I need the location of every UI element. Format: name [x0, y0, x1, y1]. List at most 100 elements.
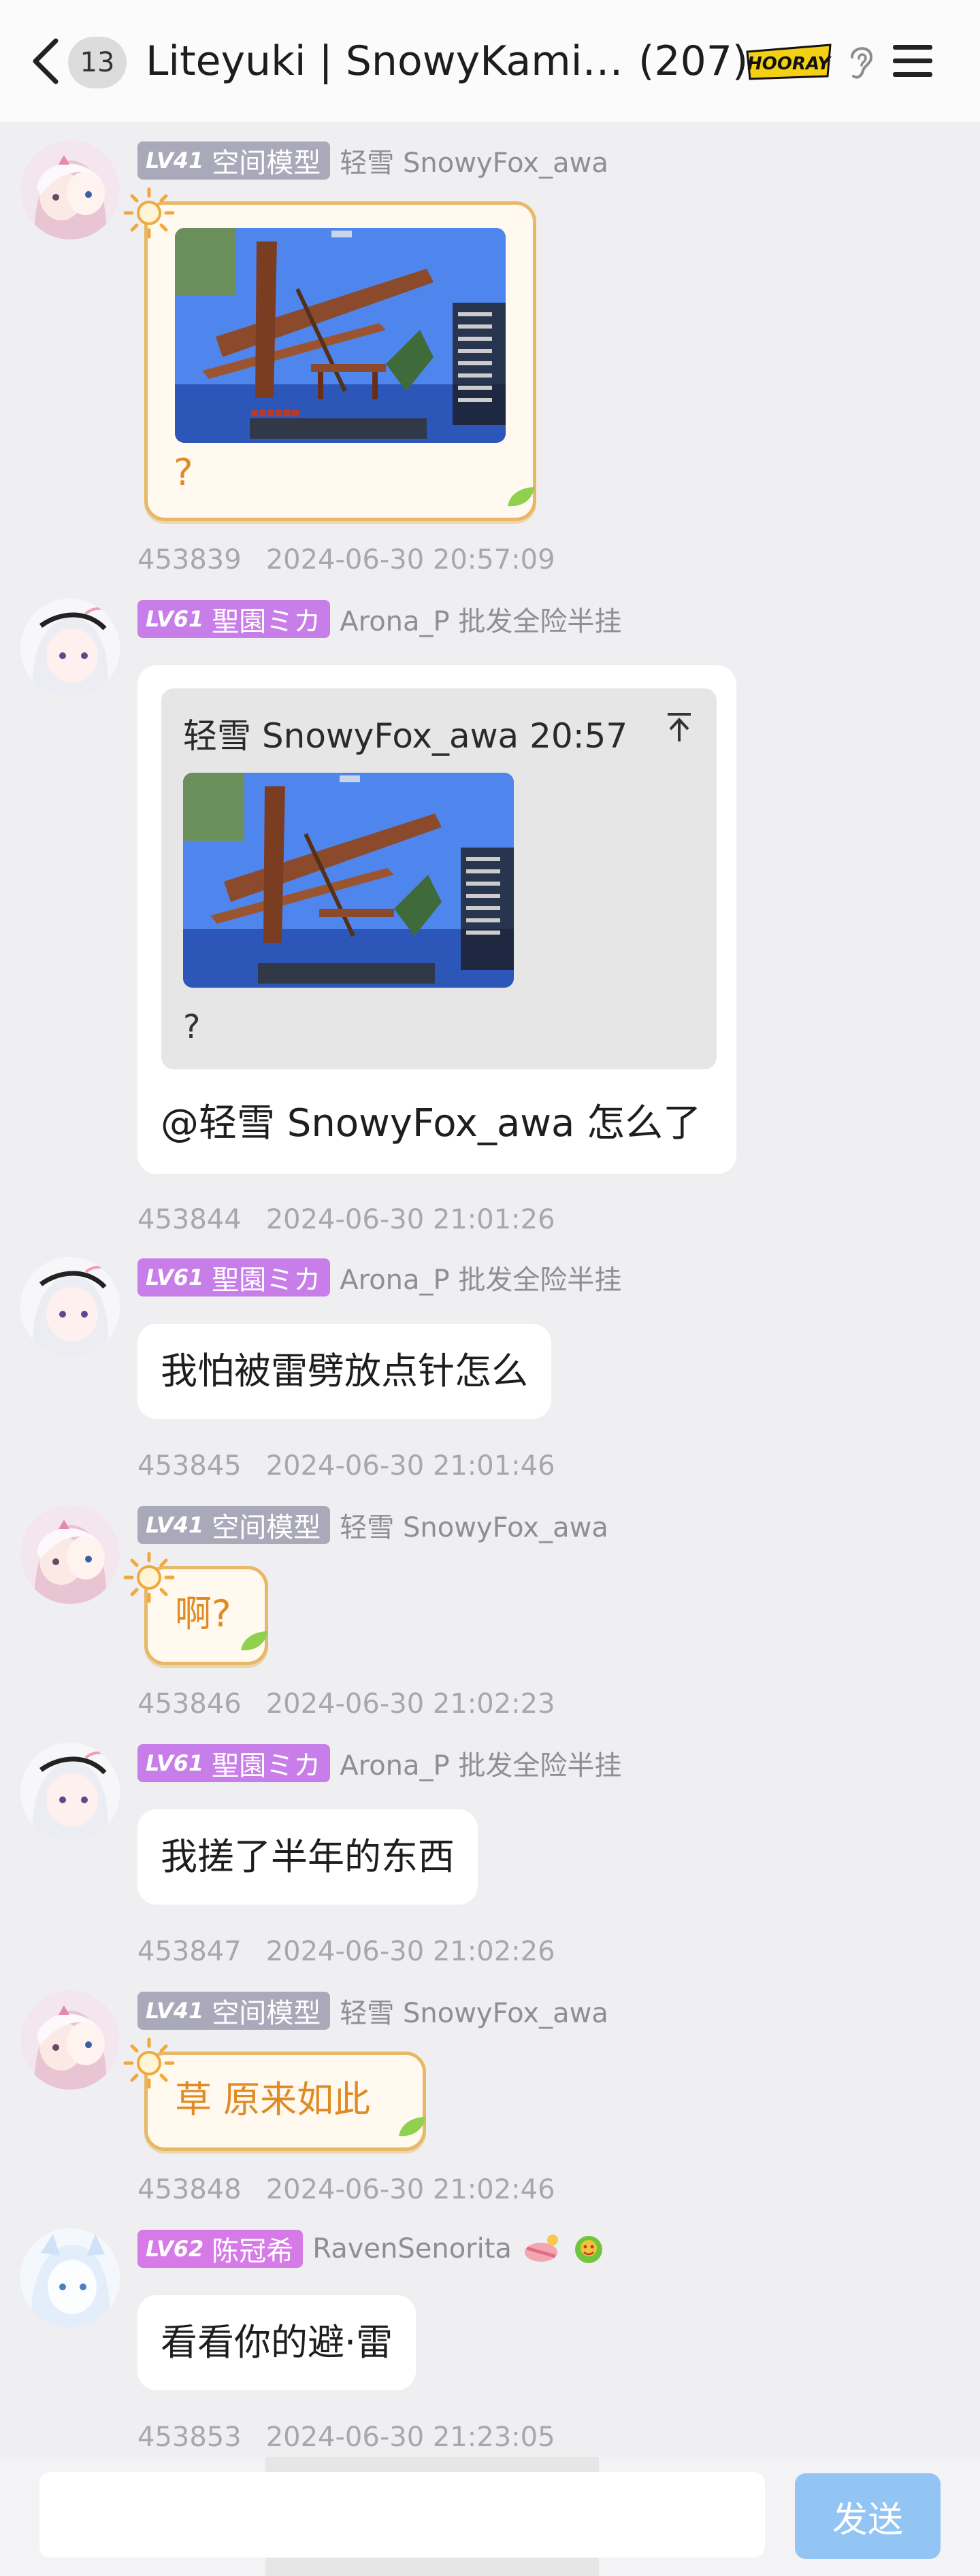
message-text: 我怕被雷劈放点针怎么	[161, 1350, 528, 1392]
hooray-badge-text: HOORAY	[747, 54, 832, 74]
message-footer: 453848 2024-06-30 21:02:46	[137, 2174, 555, 2208]
sender-nickname[interactable]: Arona_P 批发全险半挂	[340, 1743, 621, 1783]
jump-to-original-icon[interactable]	[662, 710, 696, 744]
leaf-icon	[241, 1631, 268, 1651]
level-number: LV61	[146, 1265, 204, 1290]
ear-icon[interactable]	[844, 41, 879, 84]
avatar[interactable]	[20, 1257, 120, 1356]
quoted-minecraft-image[interactable]	[183, 773, 514, 988]
message-text: 啊?	[175, 1592, 231, 1635]
avatar[interactable]	[20, 1505, 120, 1604]
message-meta: LV41 空间模型 轻雪 SnowyFox_awa	[137, 1990, 608, 2031]
sender-nickname[interactable]: 轻雪 SnowyFox_awa	[340, 141, 608, 180]
message-footer: 453846 2024-06-30 21:02:23	[137, 1688, 555, 1722]
message-time: 2024-06-30 21:02:26	[265, 1936, 555, 1967]
message-id: 453846	[137, 1688, 242, 1720]
level-tag: LV62 陈冠希	[137, 2230, 304, 2268]
message-time: 2024-06-30 21:02:23	[265, 1688, 555, 1720]
flower-badge-icon	[574, 2236, 602, 2263]
message-time: 2024-06-30 21:01:26	[265, 1204, 555, 1235]
message-footer: 453845 2024-06-30 21:01:46	[137, 1450, 555, 1484]
level-tag: LV41 空间模型	[137, 141, 331, 180]
message-id: 453848	[137, 2174, 242, 2205]
sender-nickname[interactable]: 轻雪 SnowyFox_awa	[340, 1991, 608, 2030]
level-number: LV41	[146, 1998, 204, 2024]
message-id: 453847	[137, 1936, 242, 1967]
level-title: 空间模型	[212, 1512, 321, 1543]
level-tag: LV61 聖園ミカ	[137, 1744, 331, 1782]
text-message-bubble[interactable]: 我搓了半年的东西	[137, 1809, 478, 1905]
avatar[interactable]	[20, 1743, 120, 1842]
level-title: 聖園ミカ	[212, 1265, 321, 1296]
sender-nickname[interactable]: Arona_P 批发全险半挂	[340, 1258, 621, 1297]
text-message-bubble[interactable]: 草 原来如此	[144, 2052, 426, 2151]
send-button[interactable]: 发送	[795, 2473, 941, 2559]
sender-nickname[interactable]: Arona_P 批发全险半挂	[340, 599, 621, 639]
level-title: 空间模型	[212, 1998, 321, 2029]
message-meta: LV61 聖園ミカ Arona_P 批发全险半挂	[137, 1257, 621, 1298]
message-footer: 453844 2024-06-30 21:01:26	[137, 1204, 555, 1238]
image-message-bubble[interactable]: ?	[144, 201, 536, 521]
chat-title[interactable]: Liteyuki | SnowyKami |…	[146, 33, 636, 90]
hooray-badge-icon: HOORAY	[746, 44, 832, 80]
message-footer: 453839 2024-06-30 20:57:09	[137, 544, 555, 578]
level-title: 空间模型	[212, 148, 321, 179]
level-title: 聖園ミカ	[212, 606, 321, 637]
level-tag: LV41 空间模型	[137, 1506, 331, 1544]
message-text: 草 原来如此	[175, 2078, 371, 2121]
level-title: 聖園ミカ	[212, 1750, 321, 1782]
message-time: 2024-06-30 21:02:46	[265, 2174, 555, 2205]
message-meta: LV41 空间模型 轻雪 SnowyFox_awa	[137, 1505, 608, 1545]
leaf-icon	[399, 2117, 426, 2137]
message-text: 我搓了半年的东西	[161, 1835, 455, 1878]
message-id: 453853	[137, 2422, 242, 2453]
message-meta: LV61 聖園ミカ Arona_P 批发全险半挂	[137, 1743, 621, 1784]
message-time: 2024-06-30 20:57:09	[265, 544, 555, 575]
text-message-bubble[interactable]: 我怕被雷劈放点针怎么	[137, 1324, 551, 1419]
message-input[interactable]	[39, 2472, 765, 2558]
avatar[interactable]	[20, 1990, 120, 2090]
leaf-icon	[508, 487, 535, 507]
message-meta: LV62 陈冠希 RavenSenorita	[137, 2228, 607, 2269]
level-tag: LV61 聖園ミカ	[137, 1258, 331, 1297]
level-number: LV41	[146, 1512, 204, 1538]
message-id: 453844	[137, 1204, 242, 1235]
message-time: 2024-06-30 21:23:05	[265, 2422, 555, 2453]
level-tag: LV41 空间模型	[137, 1992, 331, 2030]
message-time: 2024-06-30 21:01:46	[265, 1450, 555, 1482]
image-caption: ?	[174, 451, 193, 494]
text-message-bubble[interactable]: 看看你的避·雷	[137, 2295, 416, 2390]
quoted-author-time: 轻雪 SnowyFox_awa 20:57	[183, 716, 628, 756]
sun-icon	[123, 1552, 175, 1603]
quoted-message[interactable]: 轻雪 SnowyFox_awa 20:57 ?	[161, 688, 717, 1069]
member-count: (207)	[638, 37, 749, 85]
unread-count-badge[interactable]: 13	[68, 37, 127, 88]
avatar[interactable]	[20, 2228, 120, 2328]
gift-badge-icon	[524, 2235, 558, 2262]
minecraft-screenshot-image[interactable]	[175, 228, 506, 443]
menu-icon[interactable]	[889, 37, 936, 84]
level-number: LV61	[146, 1750, 204, 1776]
message-meta: LV41 空间模型 轻雪 SnowyFox_awa	[137, 140, 608, 181]
level-title: 陈冠希	[212, 2236, 294, 2267]
level-number: LV41	[146, 148, 204, 173]
level-number: LV62	[146, 2236, 204, 2262]
message-footer: 453847 2024-06-30 21:02:26	[137, 1936, 555, 1970]
message-text: 看看你的避·雷	[161, 2321, 393, 2364]
quoted-text: ?	[183, 1008, 201, 1046]
sun-icon	[123, 187, 175, 239]
sender-nickname[interactable]: 轻雪 SnowyFox_awa	[340, 1505, 608, 1545]
avatar[interactable]	[20, 140, 120, 239]
level-number: LV61	[146, 606, 204, 632]
reply-text: @轻雪 SnowyFox_awa 怎么了	[161, 1101, 702, 1145]
chat-header: 13 Liteyuki | SnowyKami |… (207) HOORAY	[0, 0, 980, 123]
message-input-bar: 发送	[0, 2457, 980, 2576]
avatar[interactable]	[20, 599, 120, 698]
sun-icon	[123, 2037, 175, 2089]
level-tag: LV61 聖園ミカ	[137, 600, 331, 638]
back-arrow-icon[interactable]	[26, 35, 67, 87]
message-footer: 453853 2024-06-30 21:23:05	[137, 2422, 555, 2456]
message-meta: LV61 聖園ミカ Arona_P 批发全险半挂	[137, 599, 621, 639]
sender-nickname[interactable]: RavenSenorita	[312, 2233, 512, 2264]
message-id: 453845	[137, 1450, 242, 1482]
